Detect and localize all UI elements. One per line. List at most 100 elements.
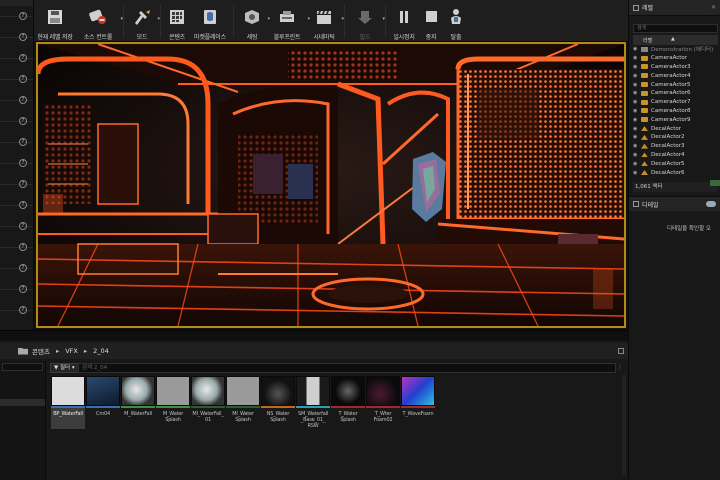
eye-icon[interactable]: ◉ <box>633 73 641 79</box>
eye-icon[interactable]: ◉ <box>633 108 641 114</box>
left-panel-row[interactable]: ? <box>0 90 33 111</box>
outliner-column-header[interactable]: 라벨 ▲ <box>633 35 718 45</box>
outliner-label-column[interactable]: 라벨 <box>643 37 652 44</box>
left-panel-row[interactable]: ? <box>0 69 33 90</box>
eye-icon[interactable]: ◉ <box>633 64 641 70</box>
left-panel-row[interactable]: ? <box>0 111 33 132</box>
asset-tile[interactable]: NS_Water Splash <box>261 376 295 429</box>
outliner-item[interactable]: ◉ CameraActor6 <box>633 89 720 98</box>
outliner-item[interactable]: ◉ CameraActor3 <box>633 63 720 72</box>
help-icon[interactable]: ? <box>19 54 27 62</box>
eye-icon[interactable]: ◉ <box>633 55 641 61</box>
details-tab[interactable]: 디테일 <box>629 197 720 211</box>
help-icon[interactable]: ? <box>19 138 27 146</box>
filter-button[interactable]: ▼ 필터 ▾ <box>50 363 79 373</box>
settings-button[interactable]: 세팅 ▾ <box>237 4 270 42</box>
more-options-icon[interactable]: ⋮ <box>617 364 623 371</box>
cinematics-button[interactable]: 시네마틱 ▾ <box>307 4 344 42</box>
left-panel-row[interactable]: ? <box>0 279 33 300</box>
outliner-root-item[interactable]: ◉ Demonstration (에디터) <box>633 45 720 54</box>
outliner-item[interactable]: ◉ CameraActor5 <box>633 80 720 89</box>
eye-icon[interactable]: ◉ <box>633 170 641 176</box>
eye-icon[interactable]: ◉ <box>633 152 641 158</box>
cinematics-dropdown-icon[interactable]: ▾ <box>341 16 344 22</box>
left-panel-row[interactable]: ? <box>0 237 33 258</box>
asset-tile[interactable]: SM_Waterfall _Base_01_ RSW <box>296 376 330 429</box>
content-button[interactable]: 콘텐츠 <box>164 4 190 42</box>
eye-icon[interactable]: ◉ <box>633 46 641 52</box>
left-panel-row[interactable]: ? <box>0 153 33 174</box>
folder-search-input[interactable] <box>2 363 43 371</box>
left-panel-row[interactable]: ? <box>0 6 33 27</box>
pause-button[interactable]: 일시정지 <box>389 4 419 42</box>
outliner-item[interactable]: ◉ CameraActor9 <box>633 115 720 124</box>
asset-tile[interactable]: T_WaveFoam <box>401 376 435 429</box>
left-panel-row[interactable]: ? <box>0 48 33 69</box>
asset-tile[interactable]: MI_Water Splash <box>226 376 260 429</box>
modes-dropdown-icon[interactable]: ▾ <box>157 16 160 22</box>
help-icon[interactable]: ? <box>19 243 27 251</box>
save-level-button[interactable]: 현재 레벨 저장 <box>34 4 76 42</box>
eye-icon[interactable]: ◉ <box>633 90 641 96</box>
outliner-item[interactable]: ◉ CameraActor7 <box>633 98 720 107</box>
outliner-item[interactable]: ◉ DecalActor <box>633 124 720 133</box>
source-control-button[interactable]: 소스 컨트롤 ▾ <box>76 4 123 42</box>
asset-tile[interactable]: M_WaterFall <box>121 376 155 429</box>
help-icon[interactable]: ? <box>19 159 27 167</box>
help-icon[interactable]: ? <box>19 33 27 41</box>
build-dropdown-icon[interactable]: ▾ <box>382 16 385 22</box>
left-panel-row[interactable]: ? <box>0 216 33 237</box>
source-control-dropdown-icon[interactable]: ▾ <box>120 16 123 22</box>
help-icon[interactable]: ? <box>19 180 27 188</box>
eye-icon[interactable]: ◉ <box>633 161 641 167</box>
outliner-item[interactable]: ◉ DecalActor4 <box>633 151 720 160</box>
left-panel-row[interactable]: ? <box>0 258 33 279</box>
asset-tile[interactable]: T_Water Splash <box>331 376 365 429</box>
help-icon[interactable]: ? <box>19 117 27 125</box>
eye-icon[interactable]: ◉ <box>633 143 641 149</box>
blueprints-button[interactable]: 블루프린트 ▾ <box>267 4 310 42</box>
modes-button[interactable]: 모드 ▾ <box>127 4 160 42</box>
breadcrumb-vfx[interactable]: VFX <box>65 347 78 355</box>
lock-toggle-icon[interactable] <box>706 201 716 207</box>
asset-tile[interactable]: MI_WaterFall_ 01 <box>191 376 225 429</box>
left-panel-row[interactable]: ? <box>0 300 33 321</box>
close-icon[interactable]: ✕ <box>711 4 716 11</box>
asset-tile[interactable]: BP_WaterFall <box>51 376 85 429</box>
eye-icon[interactable]: ◉ <box>633 126 641 132</box>
outliner-item[interactable]: ◉ CameraActor <box>633 54 720 63</box>
eye-icon[interactable]: ◉ <box>633 82 641 88</box>
help-icon[interactable]: ? <box>19 222 27 230</box>
left-panel-row[interactable]: ? <box>0 174 33 195</box>
help-icon[interactable]: ? <box>19 264 27 272</box>
outliner-item[interactable]: ◉ CameraActor8 <box>633 107 720 116</box>
help-icon[interactable]: ? <box>19 201 27 209</box>
lock-icon[interactable] <box>618 348 624 354</box>
eject-button[interactable]: 탈출 <box>443 4 469 42</box>
chevron-right-icon[interactable]: ▸ <box>56 347 59 355</box>
build-button[interactable]: 빌드 ▾ <box>348 4 385 42</box>
help-icon[interactable]: ? <box>19 96 27 104</box>
left-panel-row[interactable]: ? <box>0 132 33 153</box>
help-icon[interactable]: ? <box>19 306 27 314</box>
level-viewport[interactable] <box>34 42 628 330</box>
outliner-item[interactable]: ◉ DecalActor2 <box>633 133 720 142</box>
asset-tile[interactable]: M_Water Splash <box>156 376 190 429</box>
folder-tree-header[interactable] <box>0 399 45 406</box>
eye-icon[interactable]: ◉ <box>633 117 641 123</box>
asset-tile[interactable]: T_Wter Foam02 <box>366 376 400 429</box>
outliner-item[interactable]: ◉ DecalActor3 <box>633 142 720 151</box>
chevron-right-icon[interactable]: ▸ <box>84 347 87 355</box>
asset-search-input[interactable]: 검색 2_04 <box>78 363 616 373</box>
breadcrumb-content[interactable]: 콘텐츠 <box>32 346 50 356</box>
outliner-tab[interactable]: 레벨 ✕ <box>629 0 720 16</box>
view-options-button[interactable] <box>710 180 720 186</box>
asset-tile[interactable]: Cm04 <box>86 376 120 429</box>
eye-icon[interactable]: ◉ <box>633 99 641 105</box>
asset-scrollbar[interactable] <box>622 375 626 475</box>
eye-icon[interactable]: ◉ <box>633 134 641 140</box>
stop-button[interactable]: 중지 <box>419 4 443 42</box>
outliner-item[interactable]: ◉ CameraActor4 <box>633 71 720 80</box>
marketplace-button[interactable]: 마켓플레이스 <box>190 4 230 42</box>
outliner-item[interactable]: ◉ DecalActor6 <box>633 168 720 177</box>
